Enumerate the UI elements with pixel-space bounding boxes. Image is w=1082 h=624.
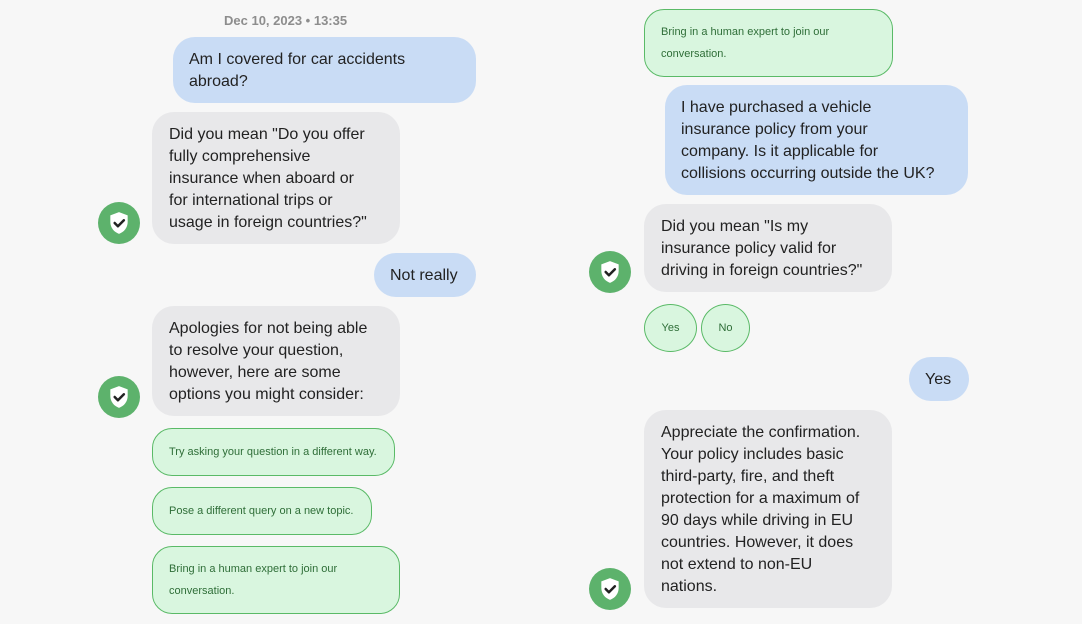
user-message: I have purchased a vehicle insurance pol… bbox=[665, 85, 968, 195]
bot-avatar bbox=[589, 568, 631, 610]
suggestion-rephrase-button[interactable]: Try asking your question in a different … bbox=[152, 428, 395, 476]
user-message: Am I covered for car accidents abroad? bbox=[173, 37, 476, 103]
shield-check-icon bbox=[601, 578, 619, 600]
bot-message: Apologies for not being able to resolve … bbox=[152, 306, 400, 416]
bot-avatar bbox=[98, 376, 140, 418]
shield-check-icon bbox=[110, 386, 128, 408]
suggestion-human-expert-button[interactable]: Bring in a human expert to join our conv… bbox=[152, 546, 400, 614]
message-timestamp: Dec 10, 2023 • 13:35 bbox=[224, 13, 348, 28]
bot-message: Appreciate the confirmation. Your policy… bbox=[644, 410, 892, 608]
shield-check-icon bbox=[110, 212, 128, 234]
suggestion-new-topic-button[interactable]: Pose a different query on a new topic. bbox=[152, 487, 372, 535]
bot-message: Did you mean "Do you offer fully compreh… bbox=[152, 112, 400, 244]
user-message: Yes bbox=[909, 357, 969, 401]
shield-check-icon bbox=[601, 261, 619, 283]
bot-avatar bbox=[98, 202, 140, 244]
yes-button[interactable]: Yes bbox=[644, 304, 697, 352]
suggestion-human-expert-button[interactable]: Bring in a human expert to join our conv… bbox=[644, 9, 893, 77]
bot-avatar bbox=[589, 251, 631, 293]
user-message: Not really bbox=[374, 253, 476, 297]
bot-message: Did you mean "Is my insurance policy val… bbox=[644, 204, 892, 292]
no-button[interactable]: No bbox=[701, 304, 750, 352]
